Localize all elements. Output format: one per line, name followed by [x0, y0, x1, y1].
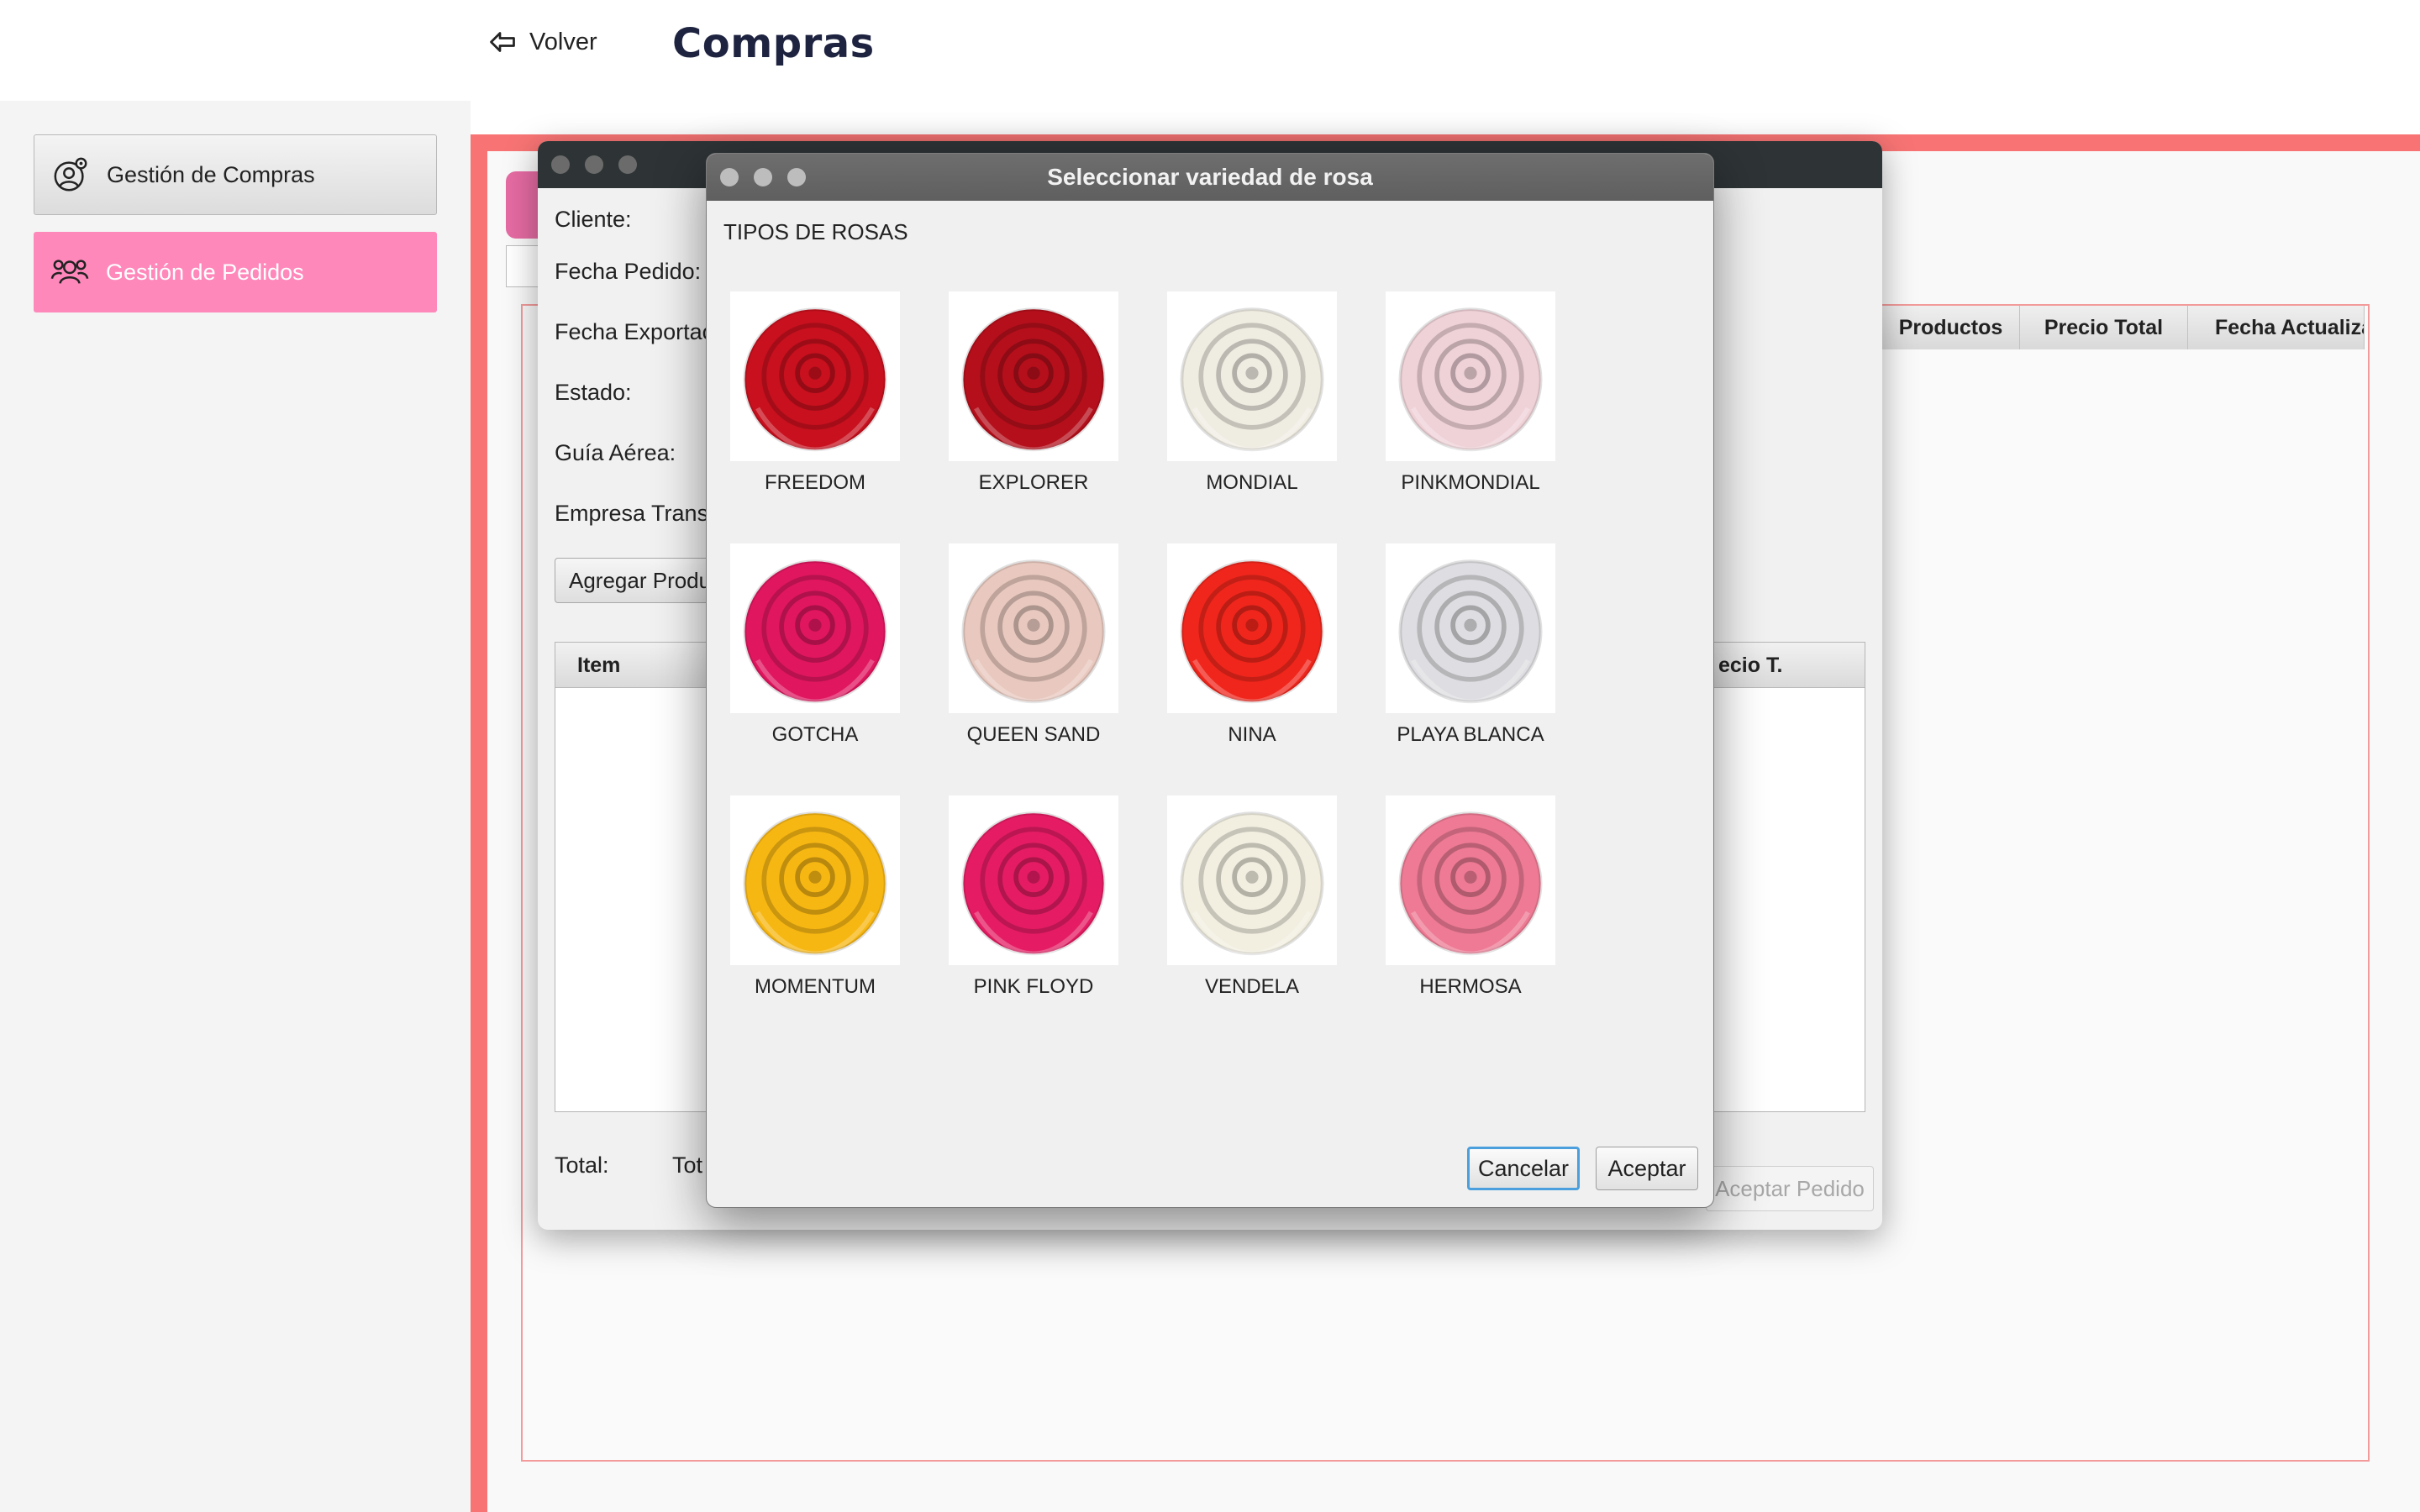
rose-image: [1167, 795, 1337, 965]
top-bar: Volver Compras: [0, 0, 2420, 101]
rose-name-label: MONDIAL: [1206, 471, 1298, 494]
rose-option-vendela[interactable]: VENDELA: [1167, 795, 1337, 999]
dialog-title: Seleccionar variedad de rosa: [1047, 164, 1373, 190]
rose-icon: [961, 811, 1106, 957]
rose-image: [949, 543, 1118, 713]
rose-name-label: EXPLORER: [978, 471, 1089, 494]
rose-name-label: MOMENTUM: [755, 975, 876, 998]
accept-button[interactable]: Aceptar: [1596, 1147, 1698, 1190]
rose-icon: [743, 307, 887, 453]
section-label: TIPOS DE ROSAS: [723, 219, 908, 244]
field-label-empresa-transporte: Empresa Transp: [555, 501, 722, 526]
rose-image: [730, 795, 900, 965]
field-label-estado: Estado:: [555, 380, 632, 405]
rose-name-label: PLAYA BLANCA: [1397, 723, 1544, 746]
rose-image: [949, 795, 1118, 965]
rose-dialog-titlebar: Seleccionar variedad de rosa: [707, 154, 1713, 201]
sidebar-item-label: Gestión de Pedidos: [106, 259, 304, 285]
rose-name-label: HERMOSA: [1419, 975, 1522, 998]
minimize-window-button[interactable]: [585, 155, 603, 174]
rose-name-label: QUEEN SAND: [966, 723, 1101, 746]
rose-name-label: GOTCHA: [771, 723, 859, 746]
column-header-productos[interactable]: Productos: [1882, 306, 2020, 349]
page-title: Compras: [672, 20, 875, 67]
rose-icon: [1398, 559, 1543, 705]
rose-icon: [1398, 811, 1543, 957]
total-value-label: Tot: [672, 1152, 703, 1178]
search-input[interactable]: [506, 245, 539, 287]
rose-image: [1386, 291, 1555, 461]
column-header-item[interactable]: Item: [577, 643, 620, 688]
sidebar-item-label: Gestión de Compras: [107, 161, 315, 187]
close-window-button[interactable]: [720, 168, 739, 186]
rose-name-label: NINA: [1228, 723, 1276, 746]
rose-image: [730, 291, 900, 461]
rose-option-mondial[interactable]: MONDIAL: [1167, 291, 1337, 495]
accept-order-button[interactable]: Aceptar Pedido: [1706, 1166, 1874, 1211]
rose-option-pink-floyd[interactable]: PINK FLOYD: [949, 795, 1118, 999]
column-header-fecha-actualizacion[interactable]: Fecha Actualiza: [2188, 306, 2365, 349]
rose-icon: [743, 811, 887, 957]
total-label: Total:: [555, 1152, 609, 1178]
rose-icon: [1180, 307, 1324, 453]
close-window-button[interactable]: [551, 155, 570, 174]
rose-option-gotcha[interactable]: GOTCHA: [730, 543, 900, 747]
maximize-window-button[interactable]: [787, 168, 806, 186]
rose-icon: [961, 559, 1106, 705]
back-button[interactable]: Volver: [487, 25, 597, 59]
field-label-fecha-pedido: Fecha Pedido:: [555, 259, 702, 284]
rose-image: [730, 543, 900, 713]
minimize-window-button[interactable]: [754, 168, 772, 186]
field-label-fecha-exportacion: Fecha Exportació: [555, 319, 732, 344]
rose-name-label: FREEDOM: [765, 471, 865, 494]
rose-option-pinkmondial[interactable]: PINKMONDIAL: [1386, 291, 1555, 495]
rose-variety-dialog: Seleccionar variedad de rosa TIPOS DE RO…: [706, 153, 1714, 1208]
sidebar-item-gestion-pedidos[interactable]: Gestión de Pedidos: [34, 232, 437, 312]
rose-option-momentum[interactable]: MOMENTUM: [730, 795, 900, 999]
rose-image: [1167, 291, 1337, 461]
rose-option-explorer[interactable]: EXPLORER: [949, 291, 1118, 495]
rose-name-label: PINKMONDIAL: [1401, 471, 1540, 494]
rose-option-hermosa[interactable]: HERMOSA: [1386, 795, 1555, 999]
rose-option-freedom[interactable]: FREEDOM: [730, 291, 900, 495]
rose-icon: [1398, 307, 1543, 453]
rose-option-playa-blanca[interactable]: PLAYA BLANCA: [1386, 543, 1555, 747]
rose-image: [1386, 543, 1555, 713]
rose-option-nina[interactable]: NINA: [1167, 543, 1337, 747]
field-label-cliente: Cliente:: [555, 207, 632, 232]
rose-icon: [1180, 811, 1324, 957]
maximize-window-button[interactable]: [618, 155, 637, 174]
rose-icon: [743, 559, 887, 705]
sidebar-item-gestion-compras[interactable]: Gestión de Compras: [34, 134, 437, 215]
rose-image: [1167, 543, 1337, 713]
cancel-button[interactable]: Cancelar: [1467, 1147, 1580, 1190]
sidebar: Gestión de Compras Gestión de Pedidos: [0, 101, 471, 1512]
back-label: Volver: [529, 28, 597, 55]
rose-image: [1386, 795, 1555, 965]
back-arrow-icon: [490, 32, 515, 52]
rose-option-queen-sand[interactable]: QUEEN SAND: [949, 543, 1118, 747]
users-icon: [50, 260, 89, 284]
user-gear-icon: [54, 157, 87, 192]
pink-action-button[interactable]: [506, 171, 539, 239]
column-header-precio-total[interactable]: Precio Total: [2020, 306, 2188, 349]
rose-name-label: VENDELA: [1204, 975, 1300, 998]
column-header-precio-total[interactable]: ecio T.: [1718, 643, 1782, 688]
field-label-guia-aerea: Guía Aérea:: [555, 440, 676, 465]
rose-icon: [961, 307, 1106, 453]
rose-name-label: PINK FLOYD: [973, 975, 1094, 998]
rose-image: [949, 291, 1118, 461]
rose-icon: [1180, 559, 1324, 705]
